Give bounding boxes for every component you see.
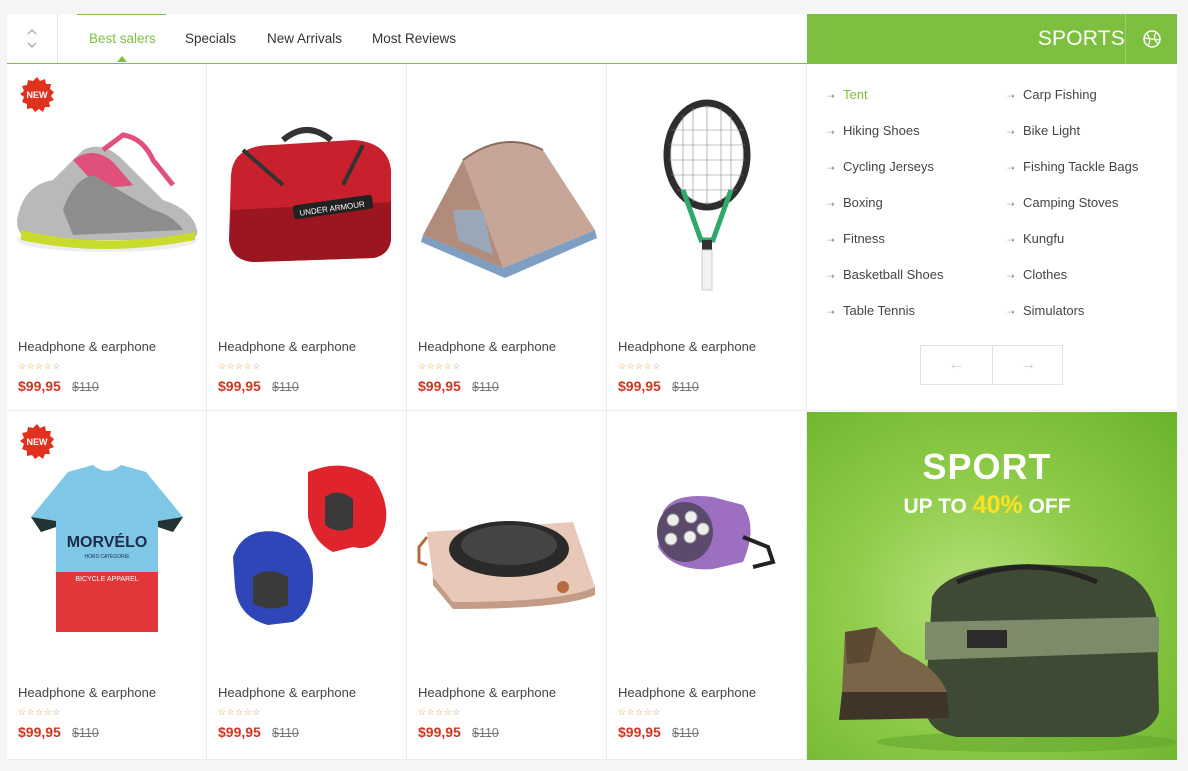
category-clothes[interactable]: ⇢ Clothes: [1007, 267, 1067, 282]
product-name[interactable]: Headphone & earphone: [18, 339, 156, 354]
category-fishing-tackle-bags[interactable]: ⇢ Fishing Tackle Bags: [1007, 159, 1138, 174]
next-button[interactable]: →: [992, 346, 1063, 384]
product-name[interactable]: Headphone & earphone: [418, 339, 556, 354]
product-old-price: $110: [72, 380, 99, 394]
product-old-price: $110: [272, 380, 299, 394]
rating-stars: ☆☆☆☆☆: [18, 707, 61, 717]
product-image-cycling-jersey[interactable]: MORVÉLO HORS CATÉGORIE BICYCLE APPAREL: [13, 437, 201, 659]
category-bike-light[interactable]: ⇢ Bike Light: [1007, 123, 1080, 138]
product-grid: NEW Headphone & earphone ☆☆☆☆☆ $99,95 $1…: [7, 64, 807, 760]
prev-button[interactable]: ←: [921, 346, 992, 384]
product-price: $99,95: [618, 378, 661, 394]
basketball-icon[interactable]: [1126, 14, 1178, 64]
promo-banner[interactable]: SPORT UP TO 40% OFF: [807, 412, 1177, 760]
category-simulators[interactable]: ⇢ Simulators: [1007, 303, 1084, 318]
category-hiking-shoes[interactable]: ⇢ Hiking Shoes: [827, 123, 920, 138]
product-card[interactable]: MORVÉLO HORS CATÉGORIE BICYCLE APPAREL N…: [7, 411, 207, 760]
category-fitness[interactable]: ⇢ Fitness: [827, 231, 885, 246]
product-name[interactable]: Headphone & earphone: [218, 685, 356, 700]
chevron-down-icon[interactable]: [27, 40, 37, 50]
rating-stars: ☆☆☆☆☆: [418, 707, 461, 717]
product-image-boxing-headguards[interactable]: [213, 437, 401, 659]
category-kungfu[interactable]: ⇢ Kungfu: [1007, 231, 1064, 246]
tab-bar: Best salers Specials New Arrivals Most R…: [7, 14, 807, 64]
chevron-up-icon[interactable]: [27, 27, 37, 37]
rating-stars: ☆☆☆☆☆: [218, 707, 261, 717]
product-card[interactable]: NEW Headphone & earphone ☆☆☆☆☆ $99,95 $1…: [7, 64, 207, 411]
product-price: $99,95: [218, 378, 261, 394]
product-old-price: $110: [72, 726, 99, 740]
svg-text:BICYCLE APPAREL: BICYCLE APPAREL: [75, 576, 138, 583]
product-card[interactable]: UNDER ARMOUR Headphone & earphone ☆☆☆☆☆ …: [207, 64, 407, 411]
category-basketball-shoes[interactable]: ⇢ Basketball Shoes: [827, 267, 943, 282]
product-image-camping-tent[interactable]: [413, 90, 601, 312]
product-old-price: $110: [272, 726, 299, 740]
product-old-price: $110: [472, 380, 499, 394]
category-carp-fishing[interactable]: ⇢ Carp Fishing: [1007, 87, 1097, 102]
product-name[interactable]: Headphone & earphone: [18, 685, 156, 700]
product-price: $99,95: [18, 378, 61, 394]
product-name[interactable]: Headphone & earphone: [218, 339, 356, 354]
tab-new-arrivals[interactable]: New Arrivals: [267, 14, 342, 63]
tab-most-reviews[interactable]: Most Reviews: [372, 14, 456, 63]
product-old-price: $110: [672, 726, 699, 740]
tab-specials[interactable]: Specials: [185, 14, 236, 63]
product-price: $99,95: [18, 724, 61, 740]
category-panel-title: SPORTS: [1037, 27, 1125, 50]
rating-stars: ☆☆☆☆☆: [18, 361, 61, 371]
product-name[interactable]: Headphone & earphone: [618, 339, 756, 354]
active-tab-caret: [117, 56, 127, 62]
product-image-tennis-racket[interactable]: [613, 90, 801, 312]
category-camping-stoves[interactable]: ⇢ Camping Stoves: [1007, 195, 1118, 210]
product-card[interactable]: Headphone & earphone ☆☆☆☆☆ $99,95 $110: [607, 64, 807, 411]
category-panel: SPORTS ⇢ Tent ⇢ Hiking Shoes ⇢ Cycling Jers…: [807, 14, 1177, 411]
category-table-tennis[interactable]: ⇢ Table Tennis: [827, 303, 915, 318]
product-name[interactable]: Headphone & earphone: [618, 685, 756, 700]
product-price: $99,95: [418, 378, 461, 394]
rating-stars: ☆☆☆☆☆: [418, 361, 461, 371]
svg-text:HORS CATÉGORIE: HORS CATÉGORIE: [85, 553, 131, 560]
promo-subtitle: UP TO 40% OFF: [903, 491, 1071, 519]
rating-stars: ☆☆☆☆☆: [618, 707, 661, 717]
category-panel-header: SPORTS: [807, 14, 1177, 64]
promo-title: SPORT: [922, 446, 1052, 487]
category-boxing[interactable]: ⇢ Boxing: [827, 195, 883, 210]
new-badge: NEW: [18, 423, 56, 461]
sport-icon-box[interactable]: [1125, 14, 1177, 64]
promo-image-boot-and-bag: [839, 564, 1177, 752]
product-image-camping-stove[interactable]: [413, 437, 601, 659]
rating-stars: ☆☆☆☆☆: [618, 361, 661, 371]
product-image-running-shoes[interactable]: [13, 90, 201, 312]
product-card[interactable]: Headphone & earphone ☆☆☆☆☆ $99,95 $110: [607, 411, 807, 760]
collapse-toggle[interactable]: [7, 14, 58, 63]
category-pager: ← →: [920, 345, 1063, 385]
product-module: Best salers Specials New Arrivals Most R…: [7, 14, 1177, 760]
product-old-price: $110: [472, 726, 499, 740]
category-tent[interactable]: ⇢ Tent: [827, 87, 868, 102]
product-card[interactable]: Headphone & earphone ☆☆☆☆☆ $99,95 $110: [407, 411, 607, 760]
svg-text:MORVÉLO: MORVÉLO: [67, 532, 148, 551]
product-price: $99,95: [618, 724, 661, 740]
rating-stars: ☆☆☆☆☆: [218, 361, 261, 371]
product-name[interactable]: Headphone & earphone: [418, 685, 556, 700]
product-price: $99,95: [418, 724, 461, 740]
product-card[interactable]: Headphone & earphone ☆☆☆☆☆ $99,95 $110: [207, 411, 407, 760]
product-card[interactable]: Headphone & earphone ☆☆☆☆☆ $99,95 $110: [407, 64, 607, 411]
product-price: $99,95: [218, 724, 261, 740]
product-image-red-sports-bag[interactable]: UNDER ARMOUR: [213, 90, 401, 312]
product-old-price: $110: [672, 380, 699, 394]
category-cycling-jerseys[interactable]: ⇢ Cycling Jerseys: [827, 159, 934, 174]
new-badge: NEW: [18, 76, 56, 114]
product-image-bike-light[interactable]: [613, 437, 801, 659]
